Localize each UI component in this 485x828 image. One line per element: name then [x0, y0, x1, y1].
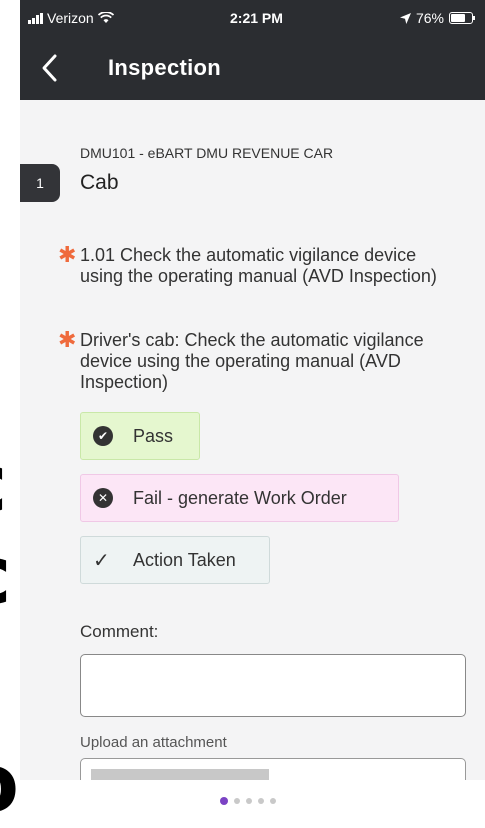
app-screen: Verizon 2:21 PM 76% Inspection DMU101 - …	[20, 0, 485, 828]
overlay-glyph-fragment: o	[0, 744, 20, 824]
x-circle-icon: ✕	[93, 488, 113, 508]
page-dot[interactable]	[258, 798, 264, 804]
status-bar: Verizon 2:21 PM 76%	[20, 0, 485, 36]
wifi-icon	[97, 12, 114, 23]
carrier-indicator: Verizon	[28, 10, 114, 26]
pass-option-button[interactable]: ✔ Pass	[80, 412, 200, 460]
back-chevron-icon[interactable]	[38, 52, 62, 84]
page-dot[interactable]	[246, 798, 252, 804]
question-text: 1.01 Check the automatic vigilance devic…	[80, 245, 437, 286]
section-number-badge: 1	[20, 164, 60, 202]
page-dot[interactable]	[270, 798, 276, 804]
question-2: ✱ Driver's cab: Check the automatic vigi…	[58, 327, 460, 393]
fail-option-button[interactable]: ✕ Fail - generate Work Order	[80, 474, 399, 522]
question-text: Driver's cab: Check the automatic vigila…	[80, 330, 424, 392]
pass-label: Pass	[133, 425, 174, 446]
pager-footer	[20, 780, 485, 828]
required-asterisk-icon: ✱	[58, 327, 77, 352]
section-subtitle: DMU101 - eBART DMU REVENUE CAR	[80, 145, 334, 161]
overlay-glyph-fragment: c	[0, 536, 20, 616]
checkmark-icon: ✓	[93, 549, 110, 572]
carrier-name: Verizon	[47, 10, 94, 26]
action-label: Action Taken	[133, 549, 236, 570]
page-indicator[interactable]	[220, 797, 276, 805]
battery-icon	[449, 12, 475, 24]
check-circle-icon: ✔	[93, 426, 113, 446]
clock: 2:21 PM	[230, 10, 283, 26]
page-title: Inspection	[108, 55, 222, 80]
upload-label: Upload an attachment	[80, 734, 227, 751]
page-dot[interactable]	[220, 797, 228, 805]
page-dot[interactable]	[234, 798, 240, 804]
signal-icon	[28, 12, 43, 24]
action-taken-option-button[interactable]: ✓ Action Taken	[80, 536, 270, 584]
inspection-form: DMU101 - eBART DMU REVENUE CAR 1 Cab ✱ 1…	[20, 100, 485, 798]
battery-indicator: 76%	[399, 10, 475, 26]
comment-label: Comment:	[80, 622, 159, 641]
section-title: Cab	[80, 171, 119, 194]
app-header: Verizon 2:21 PM 76% Inspection	[20, 0, 485, 100]
battery-percent: 76%	[415, 10, 444, 26]
question-1: ✱ 1.01 Check the automatic vigilance dev…	[58, 242, 460, 287]
location-arrow-icon	[399, 12, 411, 24]
fail-label: Fail - generate Work Order	[133, 487, 347, 508]
required-asterisk-icon: ✱	[58, 242, 77, 267]
comment-input[interactable]	[80, 654, 466, 717]
overlay-glyph-fragment: c	[0, 444, 20, 524]
